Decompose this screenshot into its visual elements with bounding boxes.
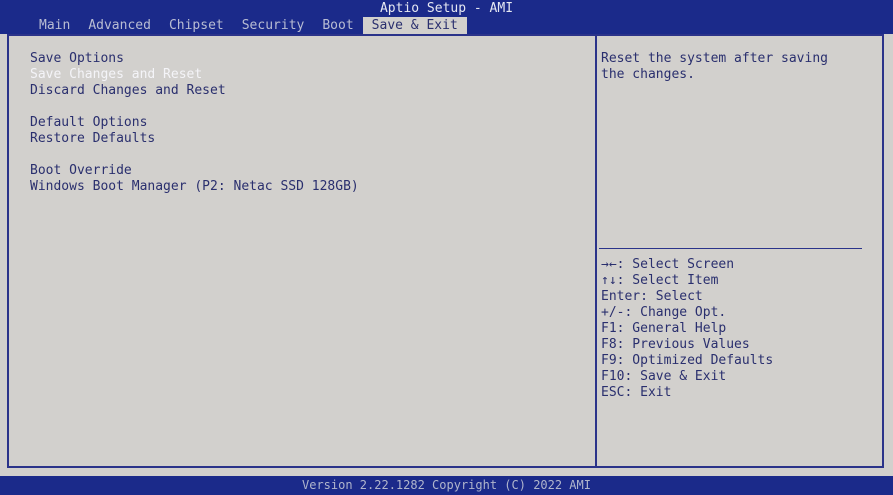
- key-hint-save-exit: F10: Save & Exit: [601, 369, 727, 384]
- key-hint-optimized-defaults: F9: Optimized Defaults: [601, 353, 774, 368]
- footer-version: Version 2.22.1282 Copyright (C) 2022 AMI: [0, 476, 893, 495]
- restore-defaults-item[interactable]: Restore Defaults: [30, 131, 155, 147]
- key-hint-esc-exit: ESC: Exit: [601, 385, 672, 400]
- help-description-line: the changes.: [601, 67, 695, 82]
- window-title: Aptio Setup - AMI: [379, 1, 514, 16]
- tab-save-exit[interactable]: Save & Exit: [362, 17, 467, 34]
- save-options-heading: Save Options: [30, 51, 124, 66]
- key-hint-select-item: ↑↓: Select Item: [601, 273, 719, 288]
- menu-bar: Main Advanced Chipset Security Boot Save…: [30, 17, 467, 34]
- save-changes-and-reset-item[interactable]: Save Changes and Reset: [30, 67, 202, 83]
- key-hint-select-screen: →←: Select Screen: [601, 257, 735, 272]
- main-panel: Save Options Save Changes and Reset Disc…: [9, 36, 595, 466]
- setup-frame: Save Options Save Changes and Reset Disc…: [7, 34, 884, 468]
- discard-changes-and-reset-item[interactable]: Discard Changes and Reset: [30, 83, 226, 99]
- help-separator: [599, 248, 862, 249]
- help-description-line: Reset the system after saving: [601, 51, 828, 66]
- boot-override-heading: Boot Override: [30, 163, 132, 178]
- key-hint-previous-values: F8: Previous Values: [601, 337, 750, 352]
- key-hint-general-help: F1: General Help: [601, 321, 727, 336]
- tab-security[interactable]: Security: [233, 17, 314, 34]
- tab-boot[interactable]: Boot: [313, 17, 362, 34]
- tab-chipset[interactable]: Chipset: [160, 17, 233, 34]
- tab-main[interactable]: Main: [30, 17, 79, 34]
- header-bar: Aptio Setup - AMI Main Advanced Chipset …: [0, 0, 893, 34]
- boot-override-windows-boot-manager-item[interactable]: Windows Boot Manager (P2: Netac SSD 128G…: [30, 179, 359, 195]
- key-hint-enter: Enter: Select: [601, 289, 703, 304]
- default-options-heading: Default Options: [30, 115, 148, 130]
- help-panel: Reset the system after saving the change…: [597, 36, 882, 466]
- tab-advanced[interactable]: Advanced: [79, 17, 160, 34]
- key-hint-change-opt: +/-: Change Opt.: [601, 305, 727, 320]
